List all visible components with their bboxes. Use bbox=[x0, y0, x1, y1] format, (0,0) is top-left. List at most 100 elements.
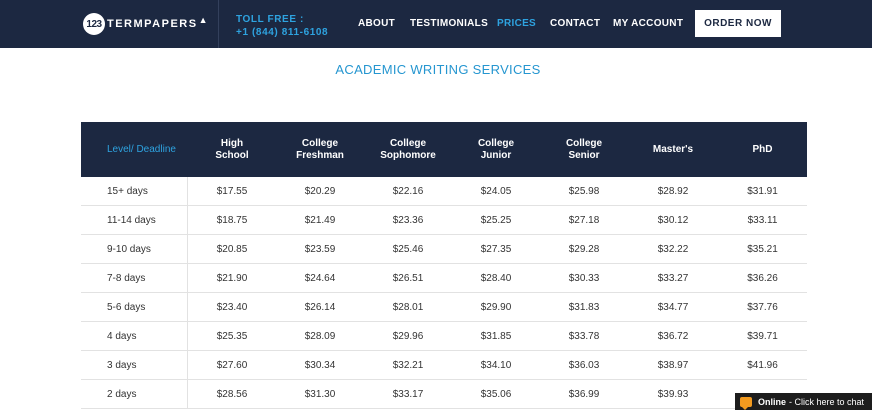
price-cell: $33.27 bbox=[657, 272, 689, 284]
toll-free-phone[interactable]: +1 (844) 811-6108 bbox=[236, 26, 328, 39]
price-cell: $29.90 bbox=[480, 301, 512, 313]
price-cell: $31.91 bbox=[747, 185, 778, 197]
price-cell: $37.76 bbox=[747, 301, 778, 313]
table-row: 3 days $27.60 $30.34 $32.21 $34.10 $36.03 $38.… bbox=[81, 351, 807, 380]
price-cell: $36.26 bbox=[747, 272, 778, 284]
price-cell: $41.96 bbox=[747, 359, 778, 371]
site-logo[interactable]: 123 TERMPAPERS ▲ bbox=[83, 13, 208, 35]
price-cell: $31.85 bbox=[480, 330, 512, 342]
price-cell: $30.12 bbox=[657, 214, 689, 226]
chat-bubble-icon bbox=[740, 396, 752, 410]
nav-testimonials[interactable]: TESTIMONIALS bbox=[410, 18, 488, 29]
price-cell: $30.33 bbox=[568, 272, 600, 284]
header-divider bbox=[218, 0, 219, 48]
pricing-table-header: Level/ Deadline High School College Freshman… bbox=[81, 122, 807, 177]
price-cell: $31.83 bbox=[568, 301, 600, 313]
table-row: 15+ days $17.55 $20.29 $22.16 $24.05 $25.98 $2… bbox=[81, 177, 807, 206]
table-row: 4 days $25.35 $28.09 $29.96 $31.85 $33.78 $36.… bbox=[81, 322, 807, 351]
price-cell: $23.59 bbox=[304, 243, 336, 255]
column-header: College Senior bbox=[565, 137, 603, 161]
price-cell: $25.35 bbox=[216, 330, 248, 342]
price-cell: $30.34 bbox=[304, 359, 336, 371]
price-cell: $32.21 bbox=[392, 359, 424, 371]
column-header: Master's bbox=[652, 143, 694, 155]
table-row: 9-10 days $20.85 $23.59 $25.46 $27.35 $29.28 $… bbox=[81, 235, 807, 264]
price-cell: $18.75 bbox=[216, 214, 248, 226]
nav-prices[interactable]: PRICES bbox=[497, 18, 536, 29]
price-cell: $25.98 bbox=[568, 185, 600, 197]
chat-status: Online bbox=[758, 396, 787, 407]
price-cell: $29.28 bbox=[568, 243, 600, 255]
page-title: ACADEMIC WRITING SERVICES bbox=[335, 62, 541, 77]
column-header: PhD bbox=[752, 143, 773, 155]
price-cell: $26.51 bbox=[392, 272, 424, 284]
column-header: College Sophomore bbox=[380, 137, 436, 161]
site-header: 123 TERMPAPERS ▲ TOLL FREE : +1 (844) 81… bbox=[0, 0, 872, 48]
pricing-table-body: 15+ days $17.55 $20.29 $22.16 $24.05 $25.98 $2… bbox=[81, 177, 807, 409]
price-cell: $28.92 bbox=[657, 185, 689, 197]
price-cell: $17.55 bbox=[216, 185, 248, 197]
price-cell: $22.16 bbox=[392, 185, 424, 197]
deadline-cell: 9-10 days bbox=[81, 235, 188, 263]
price-cell: $21.49 bbox=[304, 214, 336, 226]
price-cell: $35.21 bbox=[747, 243, 778, 255]
price-cell: $28.09 bbox=[304, 330, 336, 342]
price-cell: $27.60 bbox=[216, 359, 248, 371]
price-cell: $27.35 bbox=[480, 243, 512, 255]
price-cell: $21.90 bbox=[216, 272, 248, 284]
price-cell: $24.05 bbox=[480, 185, 512, 197]
price-cell: $33.17 bbox=[392, 388, 424, 400]
price-cell: $39.93 bbox=[657, 388, 689, 400]
price-cell: $29.96 bbox=[392, 330, 424, 342]
price-cell: $36.03 bbox=[568, 359, 600, 371]
deadline-cell: 5-6 days bbox=[81, 293, 188, 321]
deadline-cell: 2 days bbox=[81, 380, 188, 408]
price-cell: $27.18 bbox=[568, 214, 600, 226]
price-cell: $32.22 bbox=[657, 243, 689, 255]
live-chat-button[interactable]: Online - Click here to chat bbox=[735, 393, 872, 410]
price-cell: $36.72 bbox=[657, 330, 689, 342]
price-cell: $34.10 bbox=[480, 359, 512, 371]
table-row: 2 days $28.56 $31.30 $33.17 $35.06 $36.99 $39.… bbox=[81, 380, 807, 409]
deadline-cell: 15+ days bbox=[81, 177, 188, 205]
price-cell: $20.29 bbox=[304, 185, 336, 197]
price-cell: $31.30 bbox=[304, 388, 336, 400]
price-cell: $23.36 bbox=[392, 214, 424, 226]
column-header: High School bbox=[215, 137, 249, 161]
table-row: 11-14 days $18.75 $21.49 $23.36 $25.25 $27.18… bbox=[81, 206, 807, 235]
column-header-level-deadline: Level/ Deadline bbox=[107, 143, 176, 155]
price-cell: $25.46 bbox=[392, 243, 424, 255]
pricing-table: Level/ Deadline High School College Freshman… bbox=[81, 122, 807, 409]
column-header: College Junior bbox=[477, 137, 515, 161]
price-cell: $28.01 bbox=[392, 301, 424, 313]
price-cell: $28.56 bbox=[216, 388, 248, 400]
price-cell: $28.40 bbox=[480, 272, 512, 284]
price-cell: $20.85 bbox=[216, 243, 248, 255]
price-cell: $34.77 bbox=[657, 301, 689, 313]
price-cell: $25.25 bbox=[480, 214, 512, 226]
price-cell: $33.78 bbox=[568, 330, 600, 342]
toll-free-label: TOLL FREE : bbox=[236, 14, 304, 25]
nav-about[interactable]: ABOUT bbox=[358, 18, 395, 29]
graduation-cap-icon: ▲ bbox=[198, 15, 208, 25]
order-now-button[interactable]: ORDER NOW bbox=[695, 10, 781, 37]
column-header: College Freshman bbox=[296, 137, 344, 161]
nav-my-account[interactable]: MY ACCOUNT bbox=[613, 18, 683, 29]
price-cell: $23.40 bbox=[216, 301, 248, 313]
deadline-cell: 11-14 days bbox=[81, 206, 188, 234]
deadline-cell: 3 days bbox=[81, 351, 188, 379]
price-cell: $33.11 bbox=[747, 214, 778, 226]
price-cell: $36.99 bbox=[568, 388, 600, 400]
logo-badge: 123 bbox=[83, 13, 105, 35]
price-cell: $35.06 bbox=[480, 388, 512, 400]
logo-text: TERMPAPERS bbox=[107, 18, 198, 30]
price-cell: $24.64 bbox=[304, 272, 336, 284]
price-cell: $38.97 bbox=[657, 359, 689, 371]
nav-contact[interactable]: CONTACT bbox=[550, 18, 600, 29]
chat-label: - Click here to chat bbox=[789, 396, 865, 407]
deadline-cell: 7-8 days bbox=[81, 264, 188, 292]
table-row: 7-8 days $21.90 $24.64 $26.51 $28.40 $30.33 $3… bbox=[81, 264, 807, 293]
toll-free-block: TOLL FREE : +1 (844) 811-6108 bbox=[236, 13, 328, 39]
price-cell: $26.14 bbox=[304, 301, 336, 313]
table-row: 5-6 days $23.40 $26.14 $28.01 $29.90 $31.83 $3… bbox=[81, 293, 807, 322]
